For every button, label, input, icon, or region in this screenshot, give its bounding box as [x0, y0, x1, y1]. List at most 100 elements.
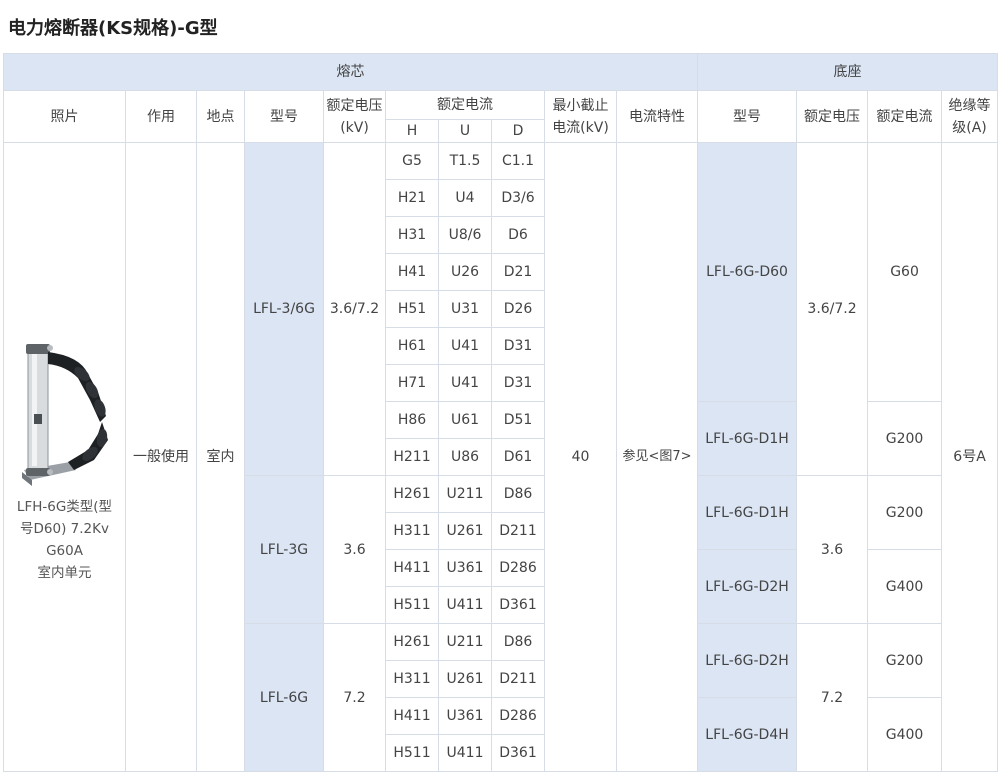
current-u-cell: U61: [438, 401, 492, 439]
current-h-cell: H86: [385, 401, 439, 439]
fuse-model-cell: LFL-3/6G: [244, 142, 324, 476]
column-header-row: 照片 作用 地点 型号 额定电压(kV) 额定电流 最小截止电流(kV) 电流特…: [3, 90, 999, 143]
current-d-cell: D86: [491, 475, 545, 513]
photo-caption-line-2: 号D60) 7.2Kv: [20, 521, 109, 537]
current-d-cell: D6: [491, 216, 545, 254]
header-min-break: 最小截止电流(kV): [544, 90, 617, 143]
use-cell: 一般使用: [125, 142, 197, 772]
current-h-cell: H511: [385, 586, 439, 624]
current-u-cell: U411: [438, 586, 492, 624]
fuse-voltage-cell: 7.2: [323, 623, 386, 772]
header-fuse-voltage: 额定电压(kV): [323, 90, 386, 143]
current-u-cell: U86: [438, 438, 492, 476]
current-d-cell: D51: [491, 401, 545, 439]
min-break-cell: 40: [544, 142, 617, 772]
header-characteristic: 电流特性: [615, 90, 699, 143]
current-h-cell: H211: [385, 438, 439, 476]
base-model-cell: LFL-6G-D4H: [697, 697, 798, 772]
current-h-cell: H61: [385, 327, 439, 365]
current-d-cell: D26: [491, 290, 545, 328]
current-d-cell: D21: [491, 253, 545, 291]
current-d-cell: D211: [491, 512, 545, 550]
current-u-cell: U41: [438, 327, 492, 365]
fuse-spec-table: 熔芯 底座 照片 作用 地点 型号 额定电压(kV) 额定电流 最小截止电流(k…: [2, 53, 999, 772]
base-voltage-cell: 7.2: [796, 623, 869, 772]
current-h-cell: H261: [385, 623, 439, 661]
group-header-row: 熔芯 底座: [2, 53, 999, 91]
current-h-cell: H311: [385, 512, 439, 550]
current-d-cell: C1.1: [491, 142, 545, 180]
current-u-cell: U411: [438, 734, 492, 772]
current-u-cell: U261: [438, 660, 492, 698]
header-insulation: 绝缘等级(A): [941, 90, 999, 143]
base-current-cell: G60: [867, 142, 943, 402]
group-header-base: 底座: [697, 53, 999, 91]
current-h-cell: H51: [385, 290, 439, 328]
base-current-cell: G200: [867, 623, 943, 698]
header-base-current: 额定电流: [867, 90, 943, 143]
current-h-cell: H261: [385, 475, 439, 513]
base-current-cell: G400: [867, 697, 943, 772]
fuse-unit-image: [21, 344, 108, 486]
base-model-cell: LFL-6G-D60: [697, 142, 798, 402]
location-cell: 室内: [196, 142, 245, 772]
fuse-model-cell: LFL-6G: [244, 623, 324, 772]
header-photo: 照片: [3, 90, 126, 143]
current-h-cell: H511: [385, 734, 439, 772]
base-current-cell: G200: [867, 401, 943, 476]
current-u-cell: U41: [438, 364, 492, 402]
base-model-cell: LFL-6G-D1H: [697, 401, 798, 476]
base-model-cell: LFL-6G-D1H: [697, 475, 798, 550]
current-d-cell: D286: [491, 549, 545, 587]
header-fuse-current: 额定电流: [385, 90, 545, 120]
current-u-cell: U361: [438, 549, 492, 587]
current-h-cell: H411: [385, 549, 439, 587]
header-base-model: 型号: [697, 90, 798, 143]
fuse-voltage-cell: 3.6: [323, 475, 386, 624]
header-use: 作用: [125, 90, 197, 143]
current-u-cell: U211: [438, 475, 492, 513]
current-u-cell: U26: [438, 253, 492, 291]
base-current-cell: G400: [867, 549, 943, 624]
current-u-cell: U31: [438, 290, 492, 328]
header-current-h: H: [385, 119, 439, 143]
current-u-cell: U361: [438, 697, 492, 735]
current-d-cell: D86: [491, 623, 545, 661]
fuse-voltage-cell: 3.6/7.2: [323, 142, 386, 476]
current-u-cell: U4: [438, 179, 492, 217]
table-row: LFH-6G类型(型 号D60) 7.2Kv G60A 室内单元 一般使用 室内…: [3, 142, 999, 772]
header-insulation-text: 绝缘等级(A): [948, 97, 991, 136]
header-fuse-model: 型号: [244, 90, 324, 143]
base-voltage-cell: 3.6: [796, 475, 869, 624]
header-base-voltage: 额定电压: [796, 90, 869, 143]
base-voltage-cell: 3.6/7.2: [796, 142, 869, 476]
current-h-cell: H71: [385, 364, 439, 402]
insulation-cell: 6号A: [941, 142, 999, 772]
header-current-d: D: [491, 119, 545, 143]
current-h-cell: H41: [385, 253, 439, 291]
photo-cell: LFH-6G类型(型 号D60) 7.2Kv G60A 室内单元: [3, 142, 126, 772]
header-min-break-text: 最小截止电流(kV): [552, 97, 609, 136]
fuse-photo: [10, 330, 120, 496]
header-fuse-voltage-text: 额定电压(kV): [326, 97, 383, 136]
characteristic-cell: 参见<图7>: [615, 142, 699, 772]
base-model-cell: LFL-6G-D2H: [697, 623, 798, 698]
header-location: 地点: [196, 90, 245, 143]
photo-caption-line-4: 室内单元: [37, 565, 92, 581]
base-current-cell: G200: [867, 475, 943, 550]
photo-caption-line-1: LFH-6G类型(型: [16, 499, 113, 515]
header-current-u: U: [438, 119, 492, 143]
current-u-cell: U261: [438, 512, 492, 550]
current-u-cell: U211: [438, 623, 492, 661]
current-h-cell: H31: [385, 216, 439, 254]
photo-caption-line-3: G60A: [46, 543, 83, 559]
current-d-cell: D361: [491, 586, 545, 624]
current-h-cell: H21: [385, 179, 439, 217]
current-h-cell: H311: [385, 660, 439, 698]
current-d-cell: D31: [491, 327, 545, 365]
current-u-cell: T1.5: [438, 142, 492, 180]
current-d-cell: D31: [491, 364, 545, 402]
current-d-cell: D3/6: [491, 179, 545, 217]
current-u-cell: U8/6: [438, 216, 492, 254]
current-d-cell: D286: [491, 697, 545, 735]
